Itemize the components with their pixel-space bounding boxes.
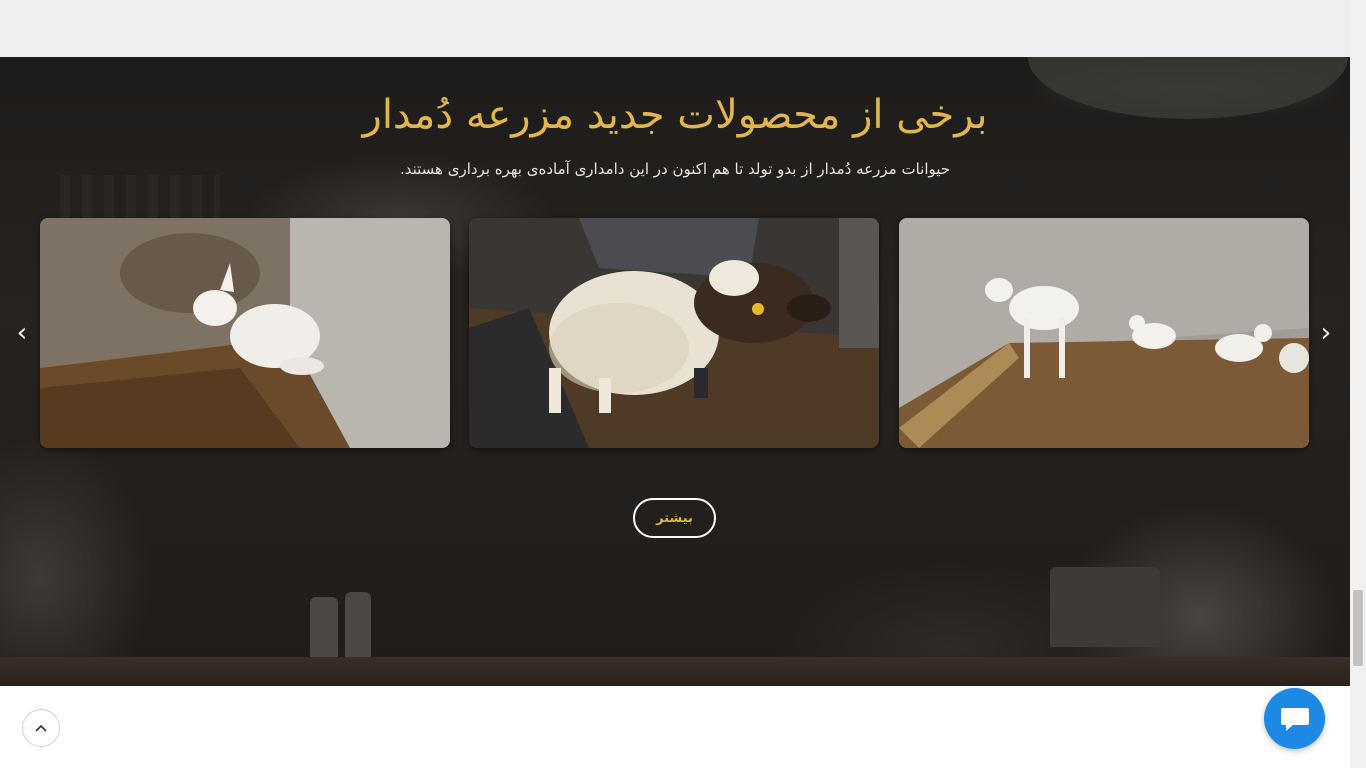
more-button[interactable]: بیشتر <box>633 498 716 538</box>
background-counter <box>0 657 1350 686</box>
chevron-right-icon: › <box>1320 318 1332 348</box>
sheep-photo <box>469 218 879 448</box>
chevron-up-icon <box>35 724 47 732</box>
section-title: برخی از محصولات جدید مزرعه دُمدار <box>362 92 988 138</box>
product-card-goats[interactable] <box>899 218 1309 448</box>
section-subtitle: حیوانات مزرعه دُمدار از بدو تولد تا هم ا… <box>399 160 951 178</box>
chevron-left-icon: ‹ <box>16 318 28 348</box>
background-pot <box>1050 567 1160 647</box>
chat-bubble-icon <box>1280 707 1309 731</box>
carousel-next-button[interactable]: › <box>1314 319 1338 347</box>
product-card-kid-goat[interactable] <box>40 218 450 448</box>
scroll-to-top-button[interactable] <box>22 709 60 747</box>
background-bottle <box>345 592 371 667</box>
carousel-prev-button[interactable]: ‹ <box>10 319 34 347</box>
goats-photo <box>899 218 1309 448</box>
kid-goat-photo <box>40 218 450 448</box>
scrollbar-thumb[interactable] <box>1353 590 1363 666</box>
product-card-sheep[interactable] <box>469 218 879 448</box>
top-header-strip <box>0 0 1350 57</box>
chat-button[interactable] <box>1264 688 1325 749</box>
